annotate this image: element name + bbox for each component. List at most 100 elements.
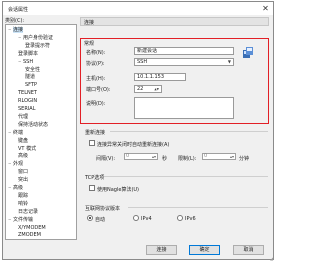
tree-item-label: ZMODEM xyxy=(18,232,41,239)
tree-item[interactable]: 隧道 xyxy=(25,74,35,80)
tree-item-label: 键盘 xyxy=(18,137,29,144)
interval-label: 间隔(V): xyxy=(96,156,116,162)
tree-item[interactable]: − SSH xyxy=(18,59,33,65)
tree-item[interactable]: 突出 xyxy=(18,177,28,183)
category-tree[interactable]: − 连接 − 用户身份验证 登录提示符登录脚本 − SSH 安全性 隧道 SFTP TELNET RL… xyxy=(5,24,77,240)
tree-item-label: 外观 xyxy=(13,161,24,168)
nagle-label: 使用Nagle算法(U) xyxy=(97,187,140,193)
ip-version-group-label: 互联网协议版本 xyxy=(85,206,121,212)
spinner-icon: ▴▾ xyxy=(229,154,234,159)
ip-auto-label: 自动 xyxy=(95,217,106,223)
tree-item[interactable]: ZMODEM xyxy=(18,232,41,238)
general-section-label: 常规 xyxy=(84,41,95,47)
tree-item-label: TELNET xyxy=(18,90,37,97)
interval-unit: 秒 xyxy=(162,156,168,162)
host-label: 主机(H): xyxy=(86,76,106,82)
tree-item[interactable]: VT 模式 xyxy=(18,146,36,152)
ipv4-label: IPv4 xyxy=(141,216,152,222)
tree-item-label: 响铃 xyxy=(18,200,29,207)
resize-grip-icon[interactable]: ◢ xyxy=(270,256,275,261)
tree-item-label: 高级 xyxy=(18,153,29,160)
tree-item[interactable]: SFTP xyxy=(25,82,37,88)
tree-item[interactable]: 安全性 xyxy=(25,67,40,73)
limit-value: 0 xyxy=(204,153,208,159)
port-value: 22 xyxy=(137,86,144,92)
panel-header: 连接 xyxy=(80,17,269,26)
tree-item-label: RLOGIN xyxy=(18,98,38,105)
tree-item-label: SSH xyxy=(23,58,34,65)
tree-item[interactable]: 跟踪 xyxy=(18,193,28,199)
tree-item[interactable]: 高级 xyxy=(18,153,28,159)
ip-version-divider xyxy=(128,207,268,208)
tree-item-label: 连接 xyxy=(13,27,24,33)
tree-item[interactable]: 登录提示符 xyxy=(25,43,50,49)
tree-item-label: 突出 xyxy=(18,177,29,184)
limit-label: 限制(L): xyxy=(178,156,197,162)
tree-item-label: 登录脚本 xyxy=(18,50,39,57)
tree-item[interactable]: 代理 xyxy=(18,114,28,120)
ipv4-radio[interactable] xyxy=(133,215,139,221)
category-label: 类别(C): xyxy=(5,18,25,24)
dialog-title: 会话属性 xyxy=(8,7,29,13)
tree-item-label: X/YMODEM xyxy=(18,224,46,231)
tree-item-label: 登录提示符 xyxy=(25,42,51,49)
tree-item[interactable]: − 外观 xyxy=(8,161,23,167)
protocol-select[interactable]: SSH ▼ xyxy=(134,58,234,66)
tree-item[interactable]: − 文件传输 xyxy=(8,217,33,223)
name-value: 新建会话 xyxy=(137,48,158,54)
ok-button[interactable]: 确定 xyxy=(189,245,220,255)
tree-item-label: SERIAL xyxy=(18,106,36,112)
tree-item[interactable]: TELNET xyxy=(18,90,37,96)
chevron-down-icon: ▼ xyxy=(227,59,231,64)
tree-item[interactable]: 响铃 xyxy=(18,201,28,207)
reconnect-group-label: 重新连接 xyxy=(85,130,106,136)
nagle-checkbox[interactable] xyxy=(89,185,95,191)
spinner-icon: ▴▾ xyxy=(151,154,156,159)
tree-item-label: VT 模式 xyxy=(18,145,37,152)
ipv6-radio[interactable] xyxy=(177,215,183,221)
port-label: 端口号(O): xyxy=(86,87,111,93)
tree-item[interactable]: X/YMODEM xyxy=(18,225,46,231)
interval-value: 0 xyxy=(126,153,130,159)
tree-item-label: 安全性 xyxy=(25,66,41,73)
tree-item-label: 日志记录 xyxy=(18,208,39,215)
tree-item[interactable]: RLOGIN xyxy=(18,98,37,104)
host-field[interactable]: 10.1.1.153 xyxy=(134,73,186,81)
interval-stepper[interactable]: 0 ▴▾ xyxy=(124,153,158,160)
tree-item[interactable]: − 高级 xyxy=(8,185,23,191)
ipv6-label: IPv6 xyxy=(185,216,196,222)
tree-item-label: 隧道 xyxy=(25,74,36,81)
port-field[interactable]: 22 ▲▼ xyxy=(134,85,162,93)
auto-reconnect-checkbox[interactable] xyxy=(89,140,95,146)
tree-item[interactable]: − 终端 xyxy=(8,130,23,136)
tree-item[interactable]: 键盘 xyxy=(18,138,28,144)
ip-auto-radio[interactable] xyxy=(87,215,93,221)
tree-item[interactable]: − 连接 xyxy=(8,27,24,33)
tree-item-label: 窗口 xyxy=(18,169,29,176)
session-icon xyxy=(243,47,253,58)
tree-item[interactable]: 日志记录 xyxy=(18,209,38,215)
panel-header-title: 连接 xyxy=(84,20,95,26)
title-bar: 会话属性 ✕ xyxy=(3,2,273,15)
tree-item[interactable]: 窗口 xyxy=(18,169,28,175)
connect-button[interactable]: 连接 xyxy=(146,245,177,255)
host-value: 10.1.1.153 xyxy=(137,74,165,80)
name-field[interactable]: 新建会话 xyxy=(134,47,234,55)
description-label: 说明(D): xyxy=(86,101,106,107)
auto-reconnect-label: 连接异常关闭时自动重新连接(A) xyxy=(97,142,170,148)
description-field[interactable] xyxy=(134,97,234,119)
tree-item[interactable]: − 用户身份验证 xyxy=(18,35,53,41)
close-icon[interactable]: ✕ xyxy=(261,4,270,13)
tree-item-label: 保持活动状态 xyxy=(18,121,49,128)
tree-item[interactable]: 登录脚本 xyxy=(18,51,38,57)
limit-unit: 分钟 xyxy=(239,156,250,162)
limit-stepper[interactable]: 0 ▴▾ xyxy=(202,153,236,160)
name-label: 名称(N): xyxy=(86,50,106,56)
tree-item-label: 文件传输 xyxy=(13,216,34,223)
cancel-button[interactable]: 取消 xyxy=(233,245,264,255)
tree-item-label: 终端 xyxy=(13,129,24,136)
tree-item[interactable]: SERIAL xyxy=(18,106,36,112)
tree-item[interactable]: 保持活动状态 xyxy=(18,122,48,128)
protocol-value: SSH xyxy=(137,59,148,65)
spinner-icon: ▲▼ xyxy=(154,87,159,91)
